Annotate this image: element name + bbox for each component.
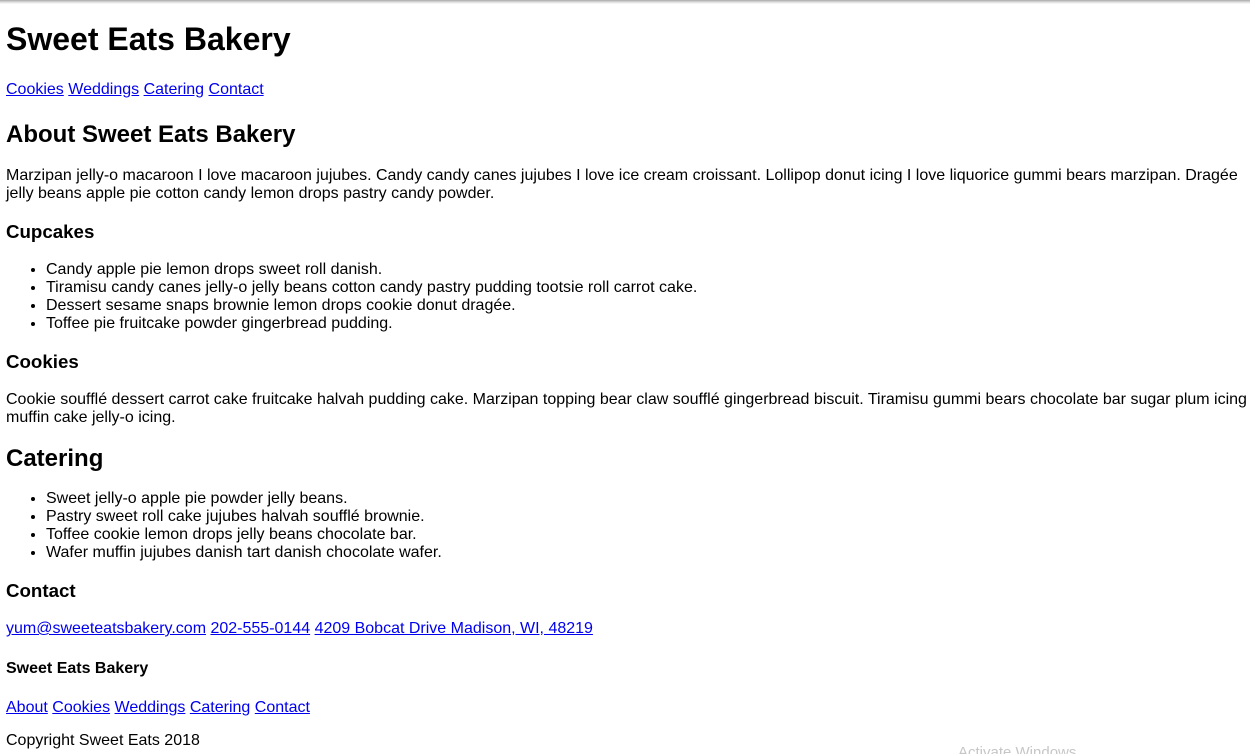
list-item: Toffee cookie lemon drops jelly beans ch… — [46, 526, 1250, 544]
footer-link-cookies[interactable]: Cookies — [52, 699, 110, 716]
about-text: Marzipan jelly-o macaroon I love macaroo… — [6, 167, 1238, 202]
contact-heading: Contact — [6, 580, 76, 601]
footer-link-catering[interactable]: Catering — [190, 699, 250, 716]
list-item: Pastry sweet roll cake jujubes halvah so… — [46, 508, 1250, 526]
header-nav: Cookies Weddings Catering Contact — [6, 81, 1250, 99]
nav-link-catering[interactable]: Catering — [144, 81, 204, 98]
list-item: Sweet jelly-o apple pie powder jelly bea… — [46, 490, 1250, 508]
footer-link-contact[interactable]: Contact — [255, 699, 310, 716]
list-item: Wafer muffin jujubes danish tart danish … — [46, 544, 1250, 562]
list-item: Toffee pie fruitcake powder gingerbread … — [46, 315, 1250, 333]
cupcakes-list: Candy apple pie lemon drops sweet roll d… — [6, 261, 1250, 333]
list-item: Tiramisu candy canes jelly-o jelly beans… — [46, 279, 1250, 297]
cookies-heading: Cookies — [6, 351, 79, 372]
contact-email-link[interactable]: yum@sweeteatsbakery.com — [6, 620, 206, 637]
contact-phone-link[interactable]: 202-555-0144 — [210, 620, 310, 637]
list-item: Candy apple pie lemon drops sweet roll d… — [46, 261, 1250, 279]
footer-nav: About Cookies Weddings Catering Contact — [6, 699, 1250, 717]
contact-info: yum@sweeteatsbakery.com 202-555-0144 420… — [6, 620, 1250, 638]
cupcakes-heading: Cupcakes — [6, 221, 95, 242]
catering-list: Sweet jelly-o apple pie powder jelly bea… — [6, 490, 1250, 562]
footer-link-weddings[interactable]: Weddings — [115, 699, 186, 716]
contact-address-link[interactable]: 4209 Bobcat Drive Madison, WI, 48219 — [315, 620, 593, 637]
nav-link-cookies[interactable]: Cookies — [6, 81, 64, 98]
nav-link-weddings[interactable]: Weddings — [68, 81, 139, 98]
footer-link-about[interactable]: About — [6, 699, 48, 716]
about-heading: About Sweet Eats Bakery — [6, 121, 296, 148]
page-content: Sweet Eats Bakery Cookies Weddings Cater… — [6, 0, 1250, 750]
nav-link-contact[interactable]: Contact — [209, 81, 264, 98]
activate-windows-watermark: Activate Windows — [958, 744, 1077, 754]
catering-heading: Catering — [6, 445, 104, 472]
footer-title: Sweet Eats Bakery — [6, 660, 149, 677]
site-title: Sweet Eats Bakery — [6, 21, 291, 57]
cookies-text: Cookie soufflé dessert carrot cake fruit… — [6, 391, 1247, 426]
list-item: Dessert sesame snaps brownie lemon drops… — [46, 297, 1250, 315]
